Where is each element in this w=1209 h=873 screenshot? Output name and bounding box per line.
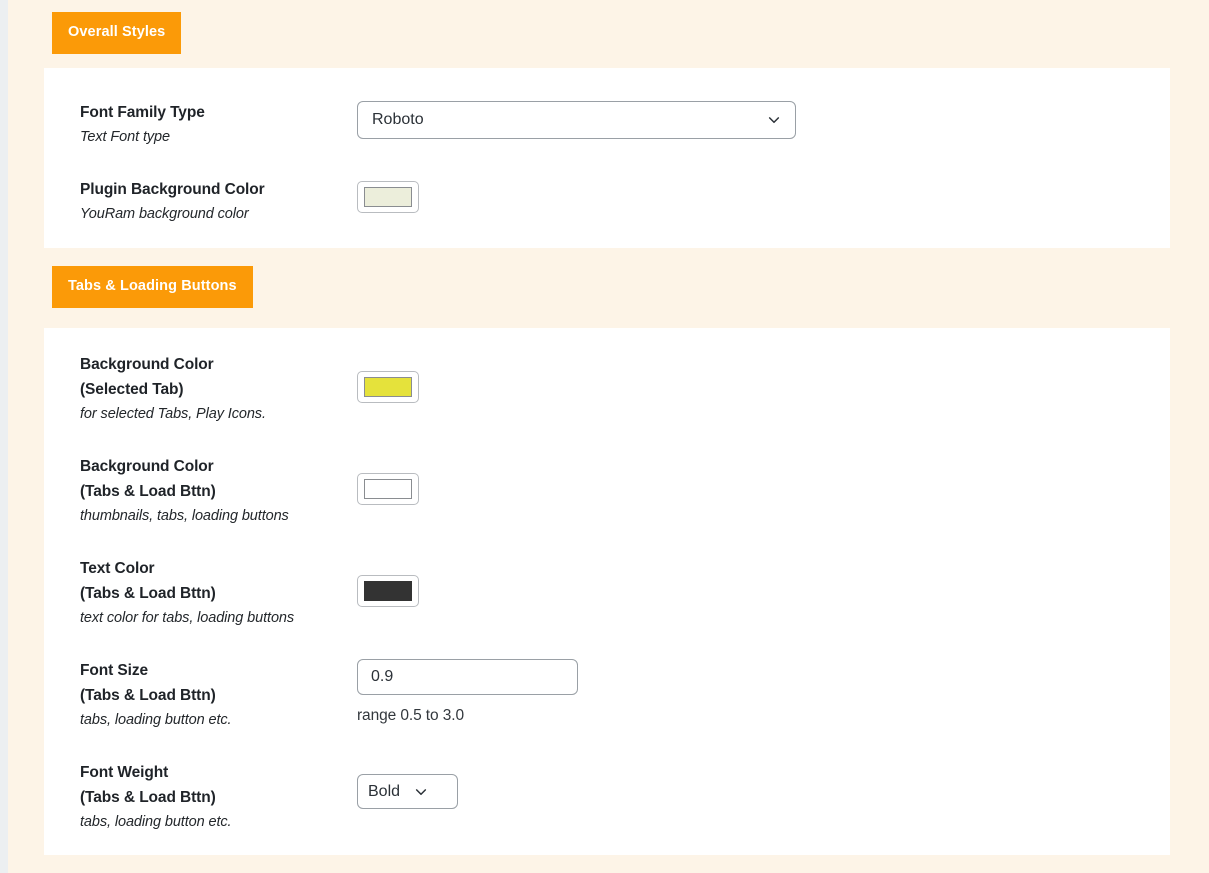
row-label-line2: (Tabs & Load Bttn): [80, 585, 216, 602]
row-control: [357, 181, 419, 213]
row-description: text color for tabs, loading buttons: [80, 610, 295, 626]
tabs-load-bttn-background-color-swatch[interactable]: [357, 473, 419, 505]
tabs-load-bttn-text-color-swatch[interactable]: [357, 575, 419, 607]
color-preview: [364, 479, 412, 499]
row-label-line1: Background Color: [80, 356, 214, 373]
row-label-line2: (Tabs & Load Bttn): [80, 483, 216, 500]
settings-page: Overall Styles Font Family Type Text Fon…: [8, 0, 1209, 873]
row-label-line2: (Tabs & Load Bttn): [80, 687, 216, 704]
row-label-line1: Font Weight: [80, 764, 169, 781]
row-description: YouRam background color: [80, 206, 249, 222]
row-control: range 0.5 to 3.0: [357, 659, 578, 725]
row-label-line1: Font Size: [80, 662, 148, 679]
row-description: tabs, loading button etc.: [80, 814, 232, 830]
selected-tab-background-color-swatch[interactable]: [357, 371, 419, 403]
row-description: for selected Tabs, Play Icons.: [80, 406, 266, 422]
plugin-background-color-swatch[interactable]: [357, 181, 419, 213]
color-preview: [364, 377, 412, 397]
font-family-select-value: Roboto: [372, 111, 424, 128]
row-label-group: Font Size (Tabs & Load Bttn) tabs, loadi…: [80, 658, 370, 731]
section-header-tabs-loading-buttons: Tabs & Loading Buttons: [52, 266, 253, 308]
row-label-line2: (Tabs & Load Bttn): [80, 789, 216, 806]
color-preview: [364, 187, 412, 207]
row-label-group: Plugin Background Color YouRam backgroun…: [80, 177, 370, 225]
row-label-line1: Background Color: [80, 458, 214, 475]
row-label-group: Font Weight (Tabs & Load Bttn) tabs, loa…: [80, 760, 370, 833]
chevron-down-icon: [415, 788, 427, 795]
font-size-range-hint: range 0.5 to 3.0: [357, 707, 464, 724]
row-label-group: Background Color (Selected Tab) for sele…: [80, 352, 370, 425]
row-plugin-background-color: Plugin Background Color YouRam backgroun…: [44, 177, 1170, 239]
row-font-family-type: Font Family Type Text Font type Roboto: [44, 100, 1170, 162]
font-weight-select-value: Bold: [368, 782, 401, 800]
row-control: Bold: [357, 774, 458, 809]
color-preview: [364, 581, 412, 601]
row-label: Font Family Type: [80, 104, 205, 121]
row-description: Text Font type: [80, 129, 170, 145]
row-label: Plugin Background Color: [80, 181, 265, 198]
section-header-overall-styles: Overall Styles: [52, 12, 182, 54]
font-size-input[interactable]: [357, 659, 578, 695]
chevron-down-icon: [768, 117, 780, 124]
row-label-line1: Text Color: [80, 560, 155, 577]
row-description: tabs, loading button etc.: [80, 712, 232, 728]
row-control: [357, 473, 419, 505]
row-control: Roboto: [357, 101, 796, 139]
row-control: [357, 575, 419, 607]
row-control: [357, 371, 419, 403]
card-tabs-loading-buttons: Background Color (Selected Tab) for sele…: [44, 328, 1170, 855]
font-weight-select[interactable]: Bold: [357, 774, 458, 809]
card-overall-styles: Font Family Type Text Font type Roboto P…: [44, 68, 1170, 248]
row-label-group: Background Color (Tabs & Load Bttn) thum…: [80, 454, 370, 527]
row-label-line2: (Selected Tab): [80, 381, 184, 398]
row-label-group: Text Color (Tabs & Load Bttn) text color…: [80, 556, 370, 629]
row-description: thumbnails, tabs, loading buttons: [80, 508, 289, 524]
font-family-select[interactable]: Roboto: [357, 101, 796, 139]
row-label-group: Font Family Type Text Font type: [80, 100, 370, 148]
